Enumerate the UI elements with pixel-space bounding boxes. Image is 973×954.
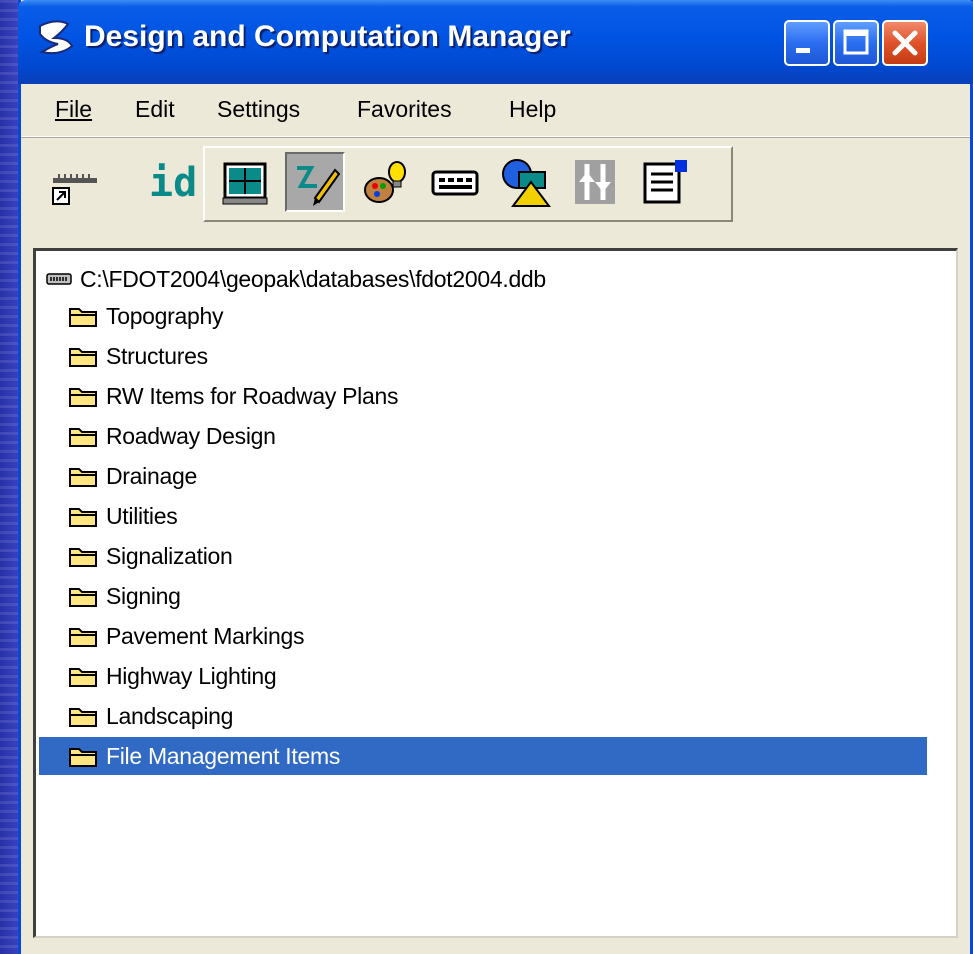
adjust-tool[interactable] (565, 152, 625, 212)
minimize-icon (796, 48, 810, 53)
drive-icon (46, 273, 72, 285)
tree-item-label: Topography (106, 302, 224, 329)
display-icon (222, 162, 268, 205)
tree-item-label: Utilities (106, 502, 178, 529)
keypad-tool[interactable] (425, 152, 485, 212)
folder-icon (69, 548, 97, 567)
draw-tool[interactable] (285, 152, 345, 212)
close-icon (892, 30, 918, 56)
menu-favorites-label: Favorites (357, 96, 452, 122)
folder-icon (69, 388, 97, 407)
properties-icon (643, 160, 687, 204)
close-button[interactable] (882, 20, 928, 66)
adjust-icon (575, 160, 615, 204)
tree-item-label: Roadway Design (106, 422, 276, 449)
tree-item-signing[interactable]: Signing (68, 577, 958, 615)
tree-item-label: File Management Items (106, 742, 341, 769)
folder-icon (69, 628, 97, 647)
measure-icon (52, 174, 97, 205)
properties-tool[interactable] (635, 152, 695, 212)
tree-item-label: Structures (106, 342, 208, 369)
folder-icon (69, 508, 97, 527)
keypad-icon (431, 170, 479, 196)
id-icon[interactable]: id (149, 160, 197, 206)
menu-bar: File Edit Settings Favorites Help (21, 84, 970, 137)
tree-item-label: Landscaping (106, 702, 234, 729)
tree-item-label: Highway Lighting (106, 662, 277, 689)
menu-help[interactable]: Help (509, 96, 556, 123)
tree-item-label: Pavement Markings (106, 622, 305, 649)
menu-settings[interactable]: Settings (217, 96, 300, 123)
folder-icon (69, 708, 97, 727)
tree-item-label: Signing (106, 582, 181, 609)
tree-root-label: C:\FDOT2004\geopak\databases\fdot2004.dd… (80, 265, 546, 292)
tree-item-rw-items[interactable]: RW Items for Roadway Plans (68, 377, 958, 415)
tree-item-file-management[interactable]: File Management Items (39, 737, 927, 775)
window-title: Design and Computation Manager (84, 20, 571, 53)
tree-item-utilities[interactable]: Utilities (68, 497, 958, 535)
tree-item-highway-lighting[interactable]: Highway Lighting (68, 657, 958, 695)
menu-file[interactable]: File (55, 96, 92, 123)
display-tool[interactable] (215, 152, 275, 212)
maximize-icon (843, 29, 869, 55)
tree-item-drainage[interactable]: Drainage (68, 457, 958, 495)
draw-icon (297, 166, 341, 206)
tree-item-label: RW Items for Roadway Plans (106, 382, 399, 409)
tree-item-landscaping[interactable]: Landscaping (68, 697, 958, 735)
folder-icon (69, 308, 97, 327)
folder-icon (69, 348, 97, 367)
folder-icon (69, 668, 97, 687)
maximize-button[interactable] (833, 20, 879, 66)
folder-icon (69, 428, 97, 447)
palette-tool[interactable] (355, 152, 415, 212)
toolbar: id (21, 138, 970, 238)
app-window: Design and Computation Manager File Edit… (18, 0, 973, 954)
menu-settings-label: Settings (217, 96, 301, 122)
geopak-icon (39, 20, 74, 55)
tree-item-signalization[interactable]: Signalization (68, 537, 958, 575)
shapes-icon (502, 159, 551, 207)
menu-file-label: File (55, 96, 93, 122)
menu-edit[interactable]: Edit (135, 96, 175, 123)
menu-favorites[interactable]: Favorites (357, 96, 452, 123)
tree-item-label: Drainage (106, 462, 197, 489)
tree-item-topography[interactable]: Topography (68, 297, 958, 335)
palette-icon (364, 161, 406, 203)
shapes-tool[interactable] (495, 152, 555, 212)
database-tree[interactable]: C:\FDOT2004\geopak\databases\fdot2004.dd… (33, 248, 958, 938)
tree-item-roadway-design[interactable]: Roadway Design (68, 417, 958, 455)
title-bar[interactable]: Design and Computation Manager (18, 0, 973, 84)
tree-root[interactable]: C:\FDOT2004\geopak\databases\fdot2004.dd… (46, 261, 546, 297)
folder-icon (69, 468, 97, 487)
tree-item-pavement-markings[interactable]: Pavement Markings (68, 617, 958, 655)
tree-item-structures[interactable]: Structures (68, 337, 958, 375)
folder-icon (69, 748, 97, 767)
minimize-button[interactable] (784, 20, 830, 66)
folder-icon (69, 588, 97, 607)
tree-item-label: Signalization (106, 542, 233, 569)
measure-tool[interactable] (45, 152, 105, 212)
menu-edit-label: Edit (135, 96, 175, 122)
menu-help-label: Help (509, 96, 557, 122)
